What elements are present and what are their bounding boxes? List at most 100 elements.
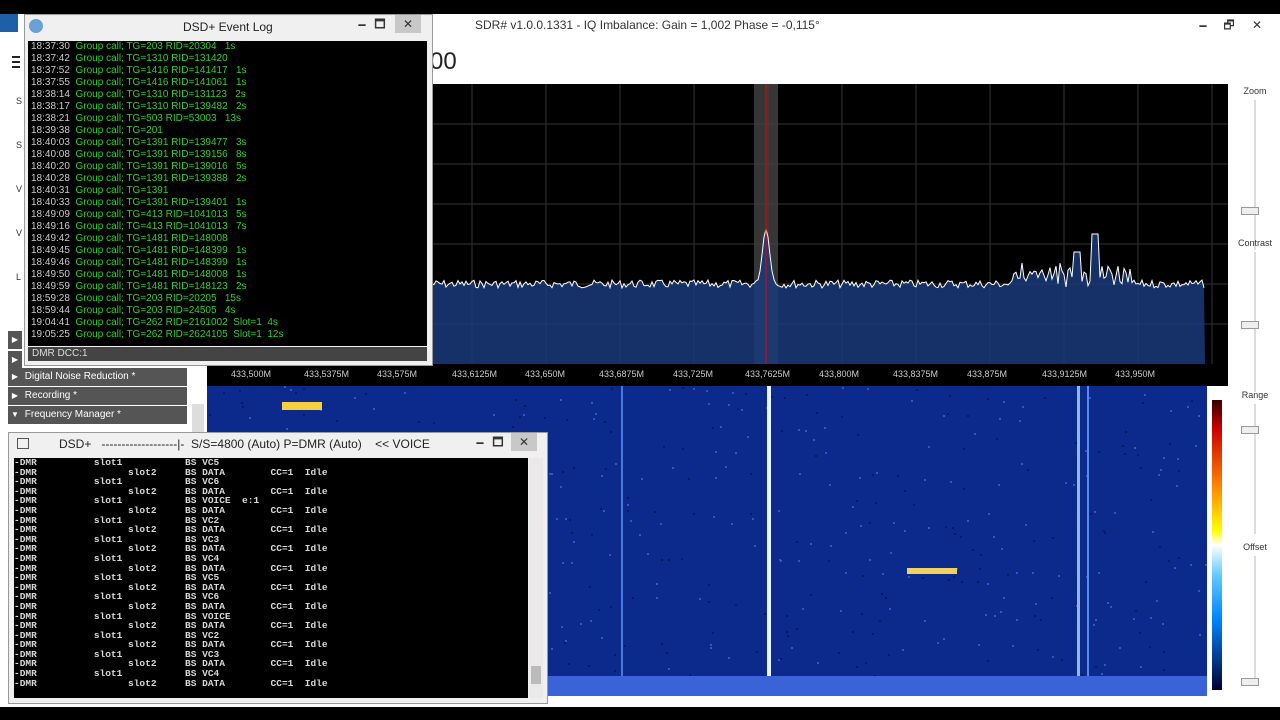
event-log-list[interactable]: 18:37:30 Group call; TG=203 RID=20304 1s… <box>28 41 427 346</box>
event-time: 18:40:28 <box>31 173 70 184</box>
list-item[interactable]: 18:37:42 Group call; TG=1310 RID=131420 <box>28 53 427 65</box>
dsd-console-title: DSD+ -------------------|- S/S=4800 (Aut… <box>59 437 430 451</box>
event-time: 18:37:30 <box>31 41 70 52</box>
expand-arrow-icon: ▶ <box>11 372 19 381</box>
event-time: 18:40:33 <box>31 197 70 208</box>
list-item[interactable]: 18:49:46 Group call; TG=1481 RID=148399 … <box>28 257 427 269</box>
event-log-maximize-button[interactable]: 🗖 <box>367 15 393 33</box>
event-time: 18:49:59 <box>31 281 70 292</box>
range-slider[interactable] <box>1254 404 1256 534</box>
list-item[interactable]: 18:40:20 Group call; TG=1391 RID=139016 … <box>28 161 427 173</box>
list-item[interactable]: 18:37:30 Group call; TG=203 RID=20304 1s <box>28 41 427 53</box>
waterfall-color-scale <box>1212 400 1222 690</box>
dsd-console-scrollbar[interactable] <box>529 458 543 698</box>
event-time: 19:04:41 <box>31 317 70 328</box>
sdr-maximize-button[interactable]: 🗗 <box>1216 16 1242 34</box>
offset-slider-thumb[interactable] <box>1241 678 1259 686</box>
dsd-close-button[interactable]: ✕ <box>511 433 537 451</box>
expand-arrow-icon: ▶ <box>11 335 19 344</box>
display-controls-panel: Zoom Contrast Range Offset <box>1230 80 1280 696</box>
dsd-maximize-button[interactable]: 🗖 <box>485 433 511 451</box>
list-item[interactable]: 18:49:16 Group call; TG=413 RID=1041013 … <box>28 221 427 233</box>
event-log-title-bar[interactable]: DSD+ Event Log 🗕 🗖 ✕ <box>25 15 432 39</box>
left-edge-glyph: S <box>16 96 23 106</box>
event-log-close-button[interactable]: ✕ <box>395 15 421 33</box>
panel-digital-noise-reduction[interactable]: ▶ Digital Noise Reduction * <box>8 368 187 386</box>
list-item[interactable]: 18:39:38 Group call; TG=201 <box>28 125 427 137</box>
sdr-close-button[interactable]: ✕ <box>1244 16 1270 34</box>
panel-recording[interactable]: ▶ Recording * <box>8 387 187 405</box>
frequency-tick-label: 433,725M <box>673 369 714 379</box>
event-time: 18:40:31 <box>31 185 70 196</box>
app-icon <box>29 19 43 33</box>
event-message: Group call; TG=1481 RID=148008 <box>69 233 228 244</box>
list-item[interactable]: 18:40:28 Group call; TG=1391 RID=139388 … <box>28 173 427 185</box>
list-item[interactable]: 18:49:50 Group call; TG=1481 RID=148008 … <box>28 269 427 281</box>
event-message: Group call; TG=1391 RID=139016 5s <box>69 161 247 172</box>
panel-header-collapsed[interactable]: ▶ <box>8 351 22 369</box>
event-time: 18:49:16 <box>31 221 70 232</box>
event-log-title: DSD+ Event Log <box>183 20 273 34</box>
console-icon <box>17 438 29 449</box>
list-item[interactable]: 18:49:59 Group call; TG=1481 RID=148123 … <box>28 281 427 293</box>
contrast-slider-thumb[interactable] <box>1241 321 1259 329</box>
event-message: Group call; TG=1391 RID=139156 8s <box>69 149 247 160</box>
dsd-console-window: DSD+ -------------------|- S/S=4800 (Aut… <box>8 432 548 704</box>
frequency-tick-label: 433,9125M <box>1042 369 1088 379</box>
frequency-tick-label: 433,5375M <box>304 369 350 379</box>
event-message: Group call; TG=1481 RID=148399 1s <box>69 257 247 268</box>
vfo-frequency-display[interactable]: 00 <box>430 48 457 76</box>
event-time: 18:39:38 <box>31 125 70 136</box>
dsd-console-output[interactable]: -DMR slot1 BS VC5 -DMR slot2 BS DATA CC=1… <box>14 458 528 698</box>
left-edge-glyph: S <box>16 140 23 150</box>
range-slider-thumb[interactable] <box>1241 426 1259 434</box>
list-item[interactable]: 18:38:21 Group call; TG=503 RID=53003 13… <box>28 113 427 125</box>
list-item[interactable]: 18:38:14 Group call; TG=1310 RID=131123 … <box>28 89 427 101</box>
list-item[interactable]: 18:49:42 Group call; TG=1481 RID=148008 <box>28 233 427 245</box>
list-item[interactable]: 18:59:44 Group call; TG=203 RID=24505 4s <box>28 305 427 317</box>
list-item[interactable]: 18:49:45 Group call; TG=1481 RID=148399 … <box>28 245 427 257</box>
event-message: Group call; TG=1481 RID=148123 2s <box>69 281 247 292</box>
event-time: 19:05:25 <box>31 329 70 340</box>
event-log-window: DSD+ Event Log 🗕 🗖 ✕ 18:37:30 Group call… <box>24 14 433 366</box>
menu-icon[interactable] <box>12 56 20 70</box>
list-item[interactable]: 18:40:31 Group call; TG=1391 <box>28 185 427 197</box>
event-message: Group call; TG=1391 RID=139401 1s <box>69 197 247 208</box>
event-time: 18:59:44 <box>31 305 70 316</box>
event-message: Group call; TG=1481 RID=148399 1s <box>69 245 247 256</box>
list-item[interactable]: 18:40:33 Group call; TG=1391 RID=139401 … <box>28 197 427 209</box>
panel-label: Digital Noise Reduction * <box>24 371 136 382</box>
list-item[interactable]: 18:37:52 Group call; TG=1416 RID=141417 … <box>28 65 427 77</box>
offset-slider[interactable] <box>1254 556 1256 686</box>
list-item[interactable]: 18:37:55 Group call; TG=1416 RID=141061 … <box>28 77 427 89</box>
list-item[interactable]: 18:38:17 Group call; TG=1310 RID=139482 … <box>28 101 427 113</box>
event-time: 18:59:28 <box>31 293 70 304</box>
list-item[interactable]: 19:05:25 Group call; TG=262 RID=2624105 … <box>28 329 427 341</box>
frequency-tick-label: 433,575M <box>377 369 418 379</box>
event-time: 18:49:46 <box>31 257 70 268</box>
list-item[interactable]: 18:40:08 Group call; TG=1391 RID=139156 … <box>28 149 427 161</box>
left-panel-scrollbar[interactable] <box>192 404 204 434</box>
dsd-scrollbar-thumb[interactable] <box>531 666 541 684</box>
spectrum-analyzer[interactable] <box>432 84 1228 364</box>
event-message: Group call; TG=203 RID=24505 4s <box>69 305 236 316</box>
list-item[interactable]: 18:49:09 Group call; TG=413 RID=1041013 … <box>28 209 427 221</box>
panel-frequency-manager[interactable]: ▼ Frequency Manager * <box>8 406 187 424</box>
event-message: Group call; TG=1481 RID=148008 1s <box>69 269 247 280</box>
frequency-tick-label: 433,500M <box>231 369 272 379</box>
sdr-minimize-button[interactable]: 🗕 <box>1190 16 1216 34</box>
zoom-slider[interactable] <box>1254 100 1256 250</box>
frequency-tick-label: 433,7625M <box>745 369 791 379</box>
list-item[interactable]: 18:59:28 Group call; TG=203 RID=20205 15… <box>28 293 427 305</box>
event-message: Group call; TG=262 RID=2624105 Slot=1 12… <box>69 329 284 340</box>
list-item[interactable]: 19:04:41 Group call; TG=262 RID=2161002 … <box>28 317 427 329</box>
event-time: 18:38:17 <box>31 101 70 112</box>
left-edge-glyph: V <box>16 184 23 194</box>
event-time: 18:49:42 <box>31 233 70 244</box>
panel-header-collapsed[interactable]: ▶ <box>8 331 22 349</box>
dsd-console-title-bar[interactable]: DSD+ -------------------|- S/S=4800 (Aut… <box>9 433 547 455</box>
zoom-slider-thumb[interactable] <box>1241 207 1259 215</box>
console-line: -DMR slot2 BS DATA CC=1 Idle <box>14 677 328 689</box>
event-message: Group call; TG=1416 RID=141061 1s <box>69 77 247 88</box>
list-item[interactable]: 18:40:03 Group call; TG=1391 RID=139477 … <box>28 137 427 149</box>
